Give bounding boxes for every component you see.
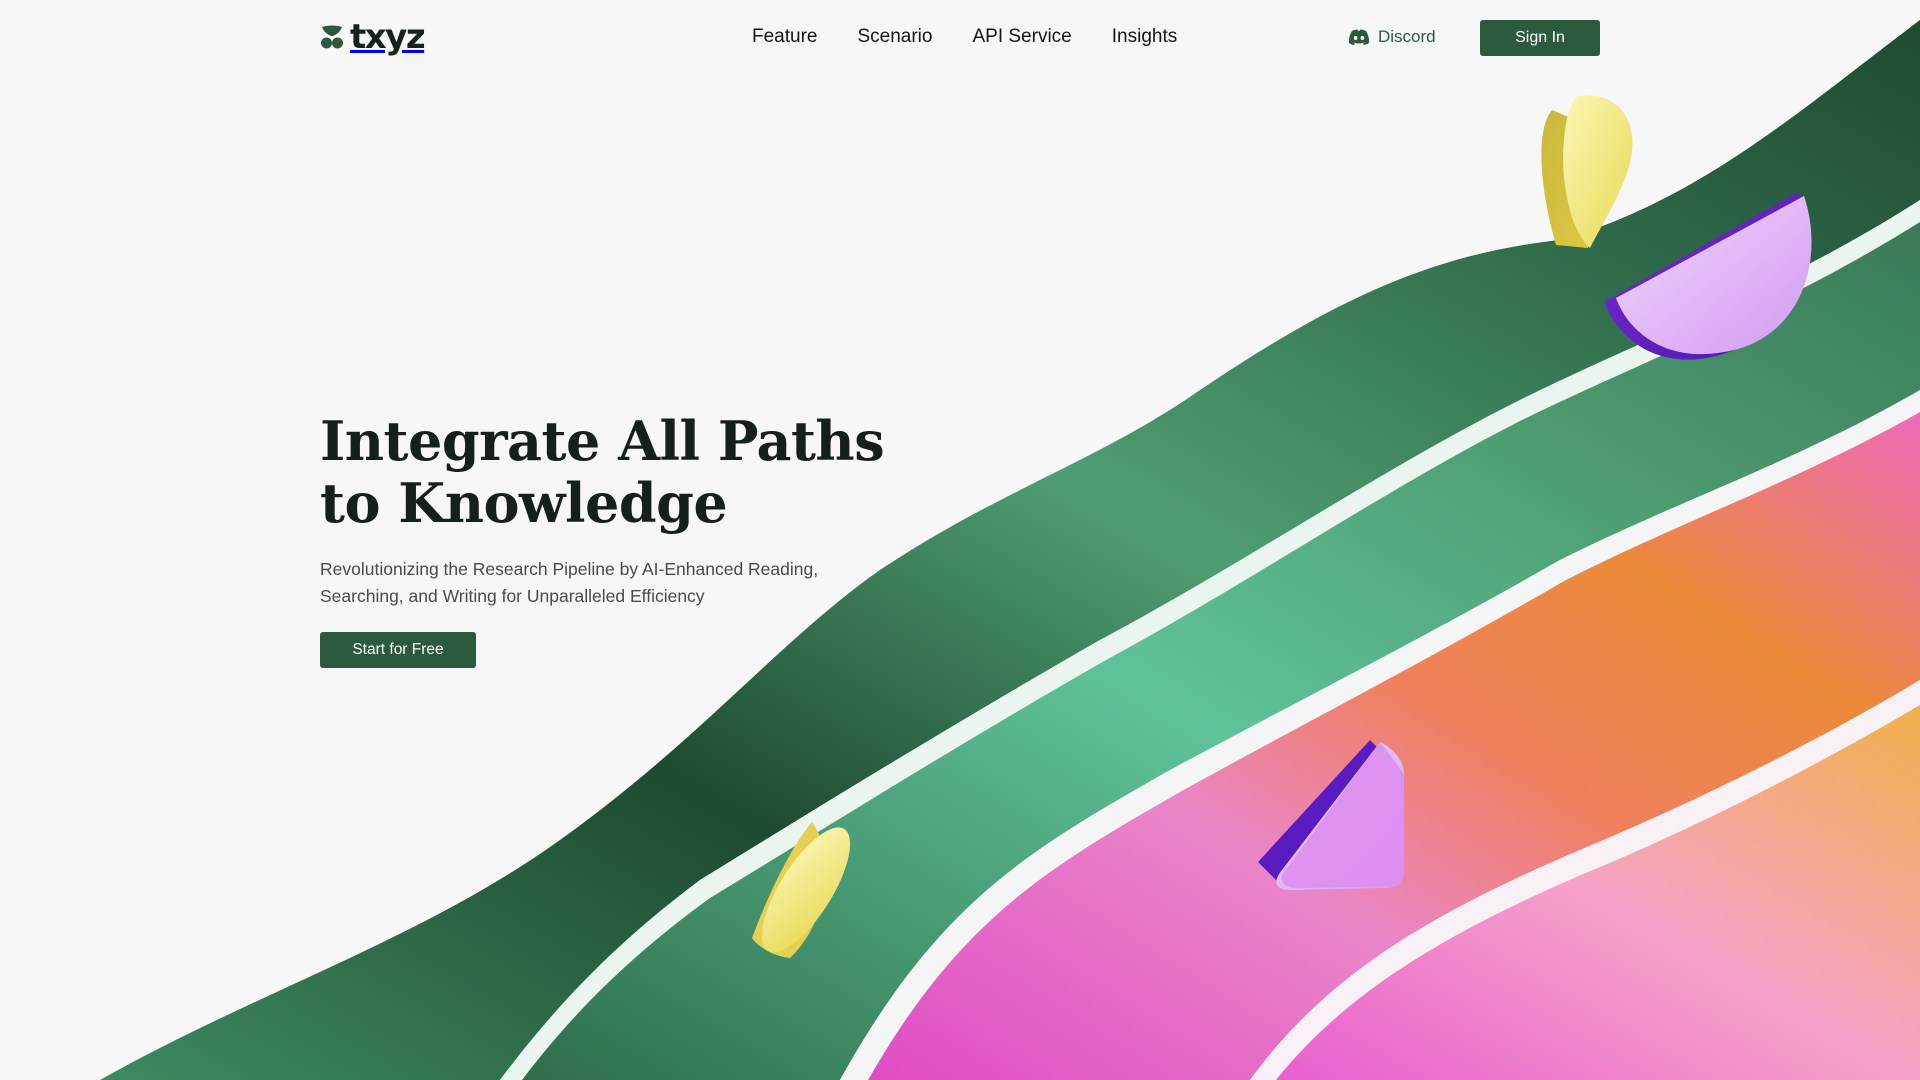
discord-label: Discord (1378, 27, 1436, 46)
discord-icon (1348, 29, 1370, 45)
site-header: txyz Feature Scenario API Service Insigh… (0, 0, 1920, 74)
hero-section: Integrate All Paths to Knowledge Revolut… (320, 409, 885, 668)
hero-illustration (100, 20, 1920, 1080)
nav-item-api-service[interactable]: API Service (972, 24, 1071, 50)
txyz-logo-icon (321, 25, 343, 49)
brand-logo[interactable]: txyz (320, 17, 426, 57)
nav-item-scenario[interactable]: Scenario (857, 24, 932, 50)
start-for-free-button[interactable]: Start for Free (320, 632, 476, 668)
sign-in-button[interactable]: Sign In (1480, 20, 1600, 56)
brand-name: txyz (350, 17, 426, 57)
hero-subtitle: Revolutionizing the Research Pipeline by… (320, 559, 819, 606)
discord-link[interactable]: Discord (1348, 24, 1436, 50)
hero-title: Integrate All Paths to Knowledge (320, 409, 885, 535)
nav-item-feature[interactable]: Feature (752, 24, 817, 50)
hero-title-line-1: Integrate All Paths (320, 409, 885, 473)
main-nav: Feature Scenario API Service Insights (752, 24, 1177, 50)
hero-title-line-2: to Knowledge (320, 471, 728, 535)
nav-item-insights[interactable]: Insights (1112, 24, 1177, 50)
